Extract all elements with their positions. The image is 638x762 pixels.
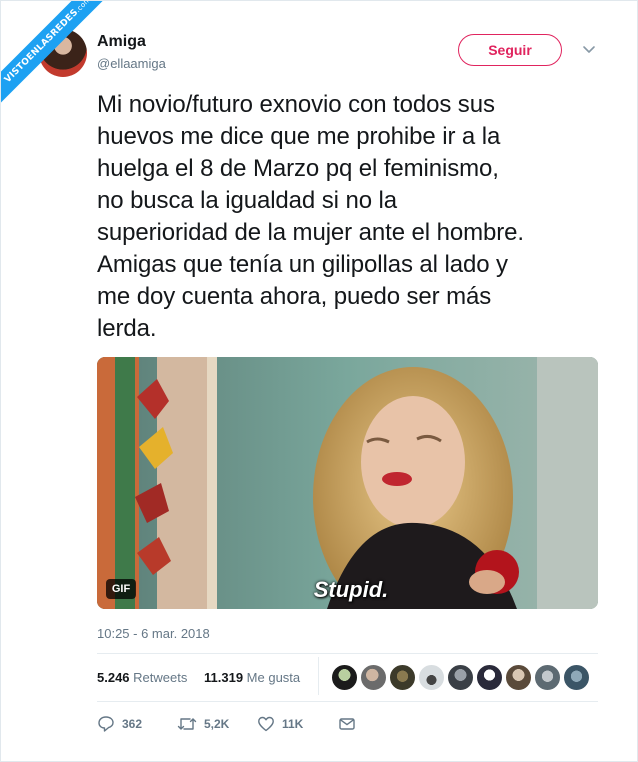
retweets-count: 5.246	[97, 670, 130, 685]
heart-icon	[258, 716, 274, 732]
retweets-label: Retweets	[133, 670, 188, 685]
retweet-count: 5,2K	[204, 717, 230, 731]
gif-still-image	[97, 357, 598, 609]
likes-label: Me gusta	[246, 670, 301, 685]
liker-avatar[interactable]	[389, 664, 416, 691]
liker-avatar[interactable]	[505, 664, 532, 691]
gif-badge: GIF	[106, 579, 136, 599]
tweet-text: Mi novio/futuro exnovio con todos sus hu…	[97, 91, 524, 342]
likes-count: 11.319	[204, 670, 244, 685]
divider-top	[97, 653, 598, 654]
reply-icon	[98, 716, 114, 732]
watermark-sub: .com	[74, 1, 93, 14]
gif-caption: Stupid.	[313, 577, 389, 602]
likes-stat[interactable]: 11.319 Me gusta	[204, 670, 300, 685]
liker-avatar[interactable]	[331, 664, 358, 691]
stats-separator	[318, 657, 319, 695]
reply-action[interactable]: 362	[97, 715, 142, 733]
liker-avatar[interactable]	[534, 664, 561, 691]
direct-message-action[interactable]	[338, 715, 356, 733]
retweet-action[interactable]: 5,2K	[177, 715, 229, 733]
watermark-text: VISTOENLASREDES	[2, 7, 81, 86]
tweet-timestamp[interactable]: 10:25 - 6 mar. 2018	[97, 626, 210, 641]
gif-media[interactable]	[97, 357, 598, 609]
like-count: 11K	[282, 717, 304, 731]
retweets-stat[interactable]: 5.246 Retweets	[97, 670, 187, 685]
liker-avatar[interactable]	[476, 664, 503, 691]
liker-avatar[interactable]	[563, 664, 590, 691]
chevron-down-icon[interactable]	[582, 42, 596, 56]
liker-avatar[interactable]	[418, 664, 445, 691]
watermark-ribbon: VISTOENLASREDES.com	[1, 1, 121, 121]
divider-bottom	[97, 701, 598, 702]
reply-count: 362	[122, 717, 143, 731]
retweet-icon	[177, 718, 197, 730]
liker-avatar[interactable]	[360, 664, 387, 691]
liker-avatar[interactable]	[447, 664, 474, 691]
like-action[interactable]: 11K	[257, 715, 303, 733]
follow-button[interactable]: Seguir	[458, 34, 562, 66]
envelope-icon	[339, 718, 355, 730]
tweet-card: VISTOENLASREDES.com Amiga @ellaamiga Seg…	[0, 0, 638, 762]
